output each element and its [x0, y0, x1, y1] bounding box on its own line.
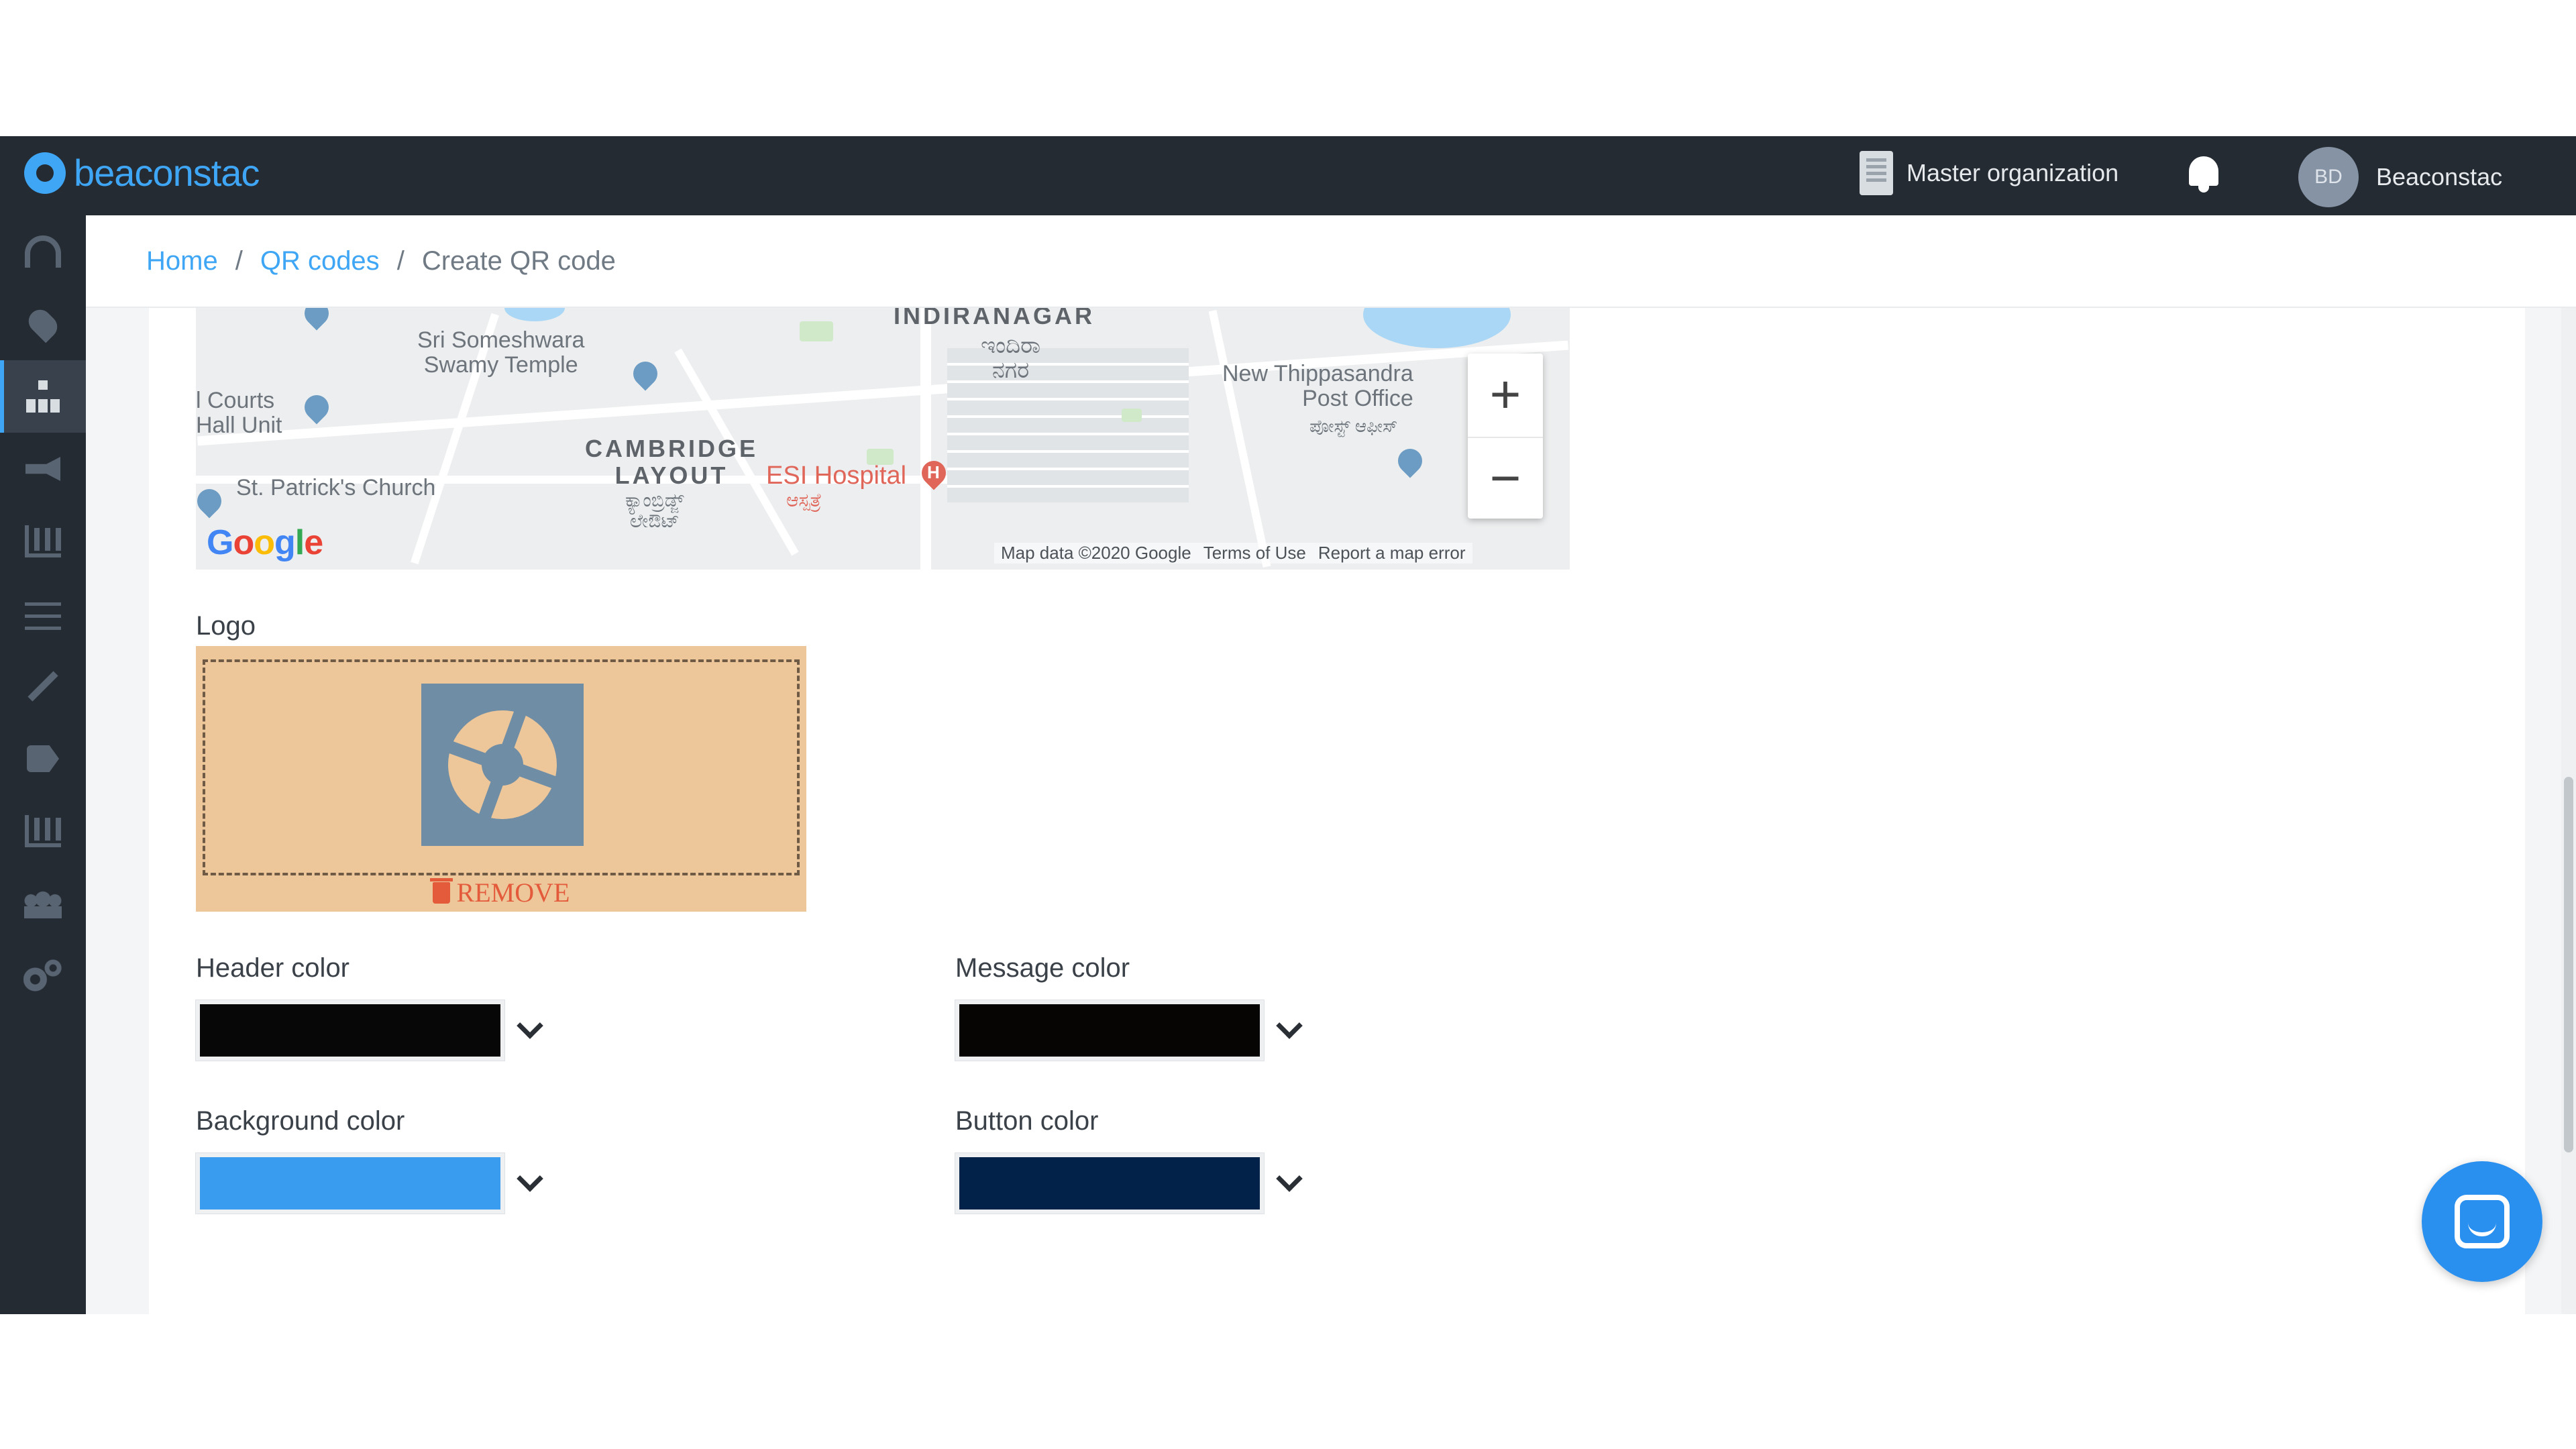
button-color-swatch[interactable] [955, 1153, 1264, 1214]
message-color-swatch[interactable] [955, 1000, 1264, 1061]
content-header: Home / QR codes / Create QR code [86, 215, 2576, 308]
map-label-indiranagar-local: ಇಂದಿರಾ ನಗರ [981, 333, 1041, 384]
background-color-picker[interactable] [196, 1153, 543, 1214]
beaconstac-logo-icon [24, 152, 66, 194]
breadcrumb: Home / QR codes / Create QR code [146, 246, 616, 276]
sidebar-item-automation[interactable] [0, 650, 86, 722]
avatar: BD [2298, 147, 2359, 207]
map-label-cambridge: CAMBRIDGE LAYOUT [585, 435, 758, 489]
map-data-credit: Map data ©2020 Google [1001, 543, 1191, 563]
breadcrumb-qr-codes[interactable]: QR codes [260, 246, 380, 276]
map-label-thippasandra-local: ಪೋಸ್ಟ್ ಆಫೀಸ್ [1309, 416, 1398, 436]
map-label-indiranagar: INDIRANAGAR [894, 308, 1095, 329]
organization-switcher[interactable]: Master organization [1860, 151, 2118, 195]
google-logo: Google [207, 523, 323, 562]
sidebar-item-settings[interactable] [0, 940, 86, 1012]
analytics-icon [25, 525, 61, 557]
sidebar-item-users[interactable] [0, 867, 86, 940]
sidebar-item-dashboard[interactable] [0, 215, 86, 288]
sidebar-item-qr-codes[interactable] [0, 360, 86, 433]
map-label-courts: l Courts Hall Unit [196, 388, 282, 439]
header-color-swatch[interactable] [196, 1000, 504, 1061]
chevron-down-icon[interactable] [1276, 1012, 1303, 1039]
remove-logo-button[interactable]: REMOVE [196, 877, 806, 908]
map-label-someshwara: Sri Someshwara Swamy Temple [417, 327, 585, 378]
background-color-swatch[interactable] [196, 1153, 504, 1214]
sidebar-item-analytics[interactable] [0, 505, 86, 578]
breadcrumb-current: Create QR code [421, 246, 616, 276]
trash-icon [429, 877, 453, 904]
brand[interactable]: beaconstac [24, 151, 260, 195]
hospital-marker-icon [920, 461, 947, 496]
map-terms-link[interactable]: Terms of Use [1203, 543, 1306, 564]
notification-bell-icon[interactable] [2186, 152, 2222, 195]
message-color-label: Message color [955, 953, 1130, 983]
background-color-label: Background color [196, 1106, 405, 1136]
sidebar-item-reports[interactable] [0, 795, 86, 867]
scrollbar-thumb[interactable] [2564, 777, 2573, 1152]
user-name: Beaconstac [2376, 163, 2503, 191]
organization-label: Master organization [1907, 159, 2119, 186]
map-label-esi-hospital: ESI Hospital [766, 462, 907, 490]
user-menu[interactable]: BD Beaconstac [2298, 147, 2502, 207]
breadcrumb-separator: / [235, 246, 243, 276]
sidebar-item-locations[interactable] [0, 288, 86, 360]
header-color-picker[interactable] [196, 1000, 543, 1061]
top-navbar: beaconstac Master organization BD Beacon… [0, 136, 2576, 215]
chevron-down-icon[interactable] [1276, 1165, 1303, 1192]
logo-upload-dropzone[interactable]: REMOVE [196, 646, 806, 912]
header-color-label: Header color [196, 953, 350, 983]
tags-icon [27, 745, 59, 772]
form-panel: INDIRANAGAR ಇಂದಿರಾ ನಗರ Sri Someshwara Sw… [149, 308, 2525, 1314]
sidebar-item-rules[interactable] [0, 578, 86, 650]
uploaded-logo-image [421, 684, 584, 846]
map-marker-icon [196, 489, 223, 524]
app-frame: beaconstac Master organization BD Beacon… [0, 136, 2576, 1314]
chat-icon [2455, 1195, 2510, 1248]
location-map[interactable]: INDIRANAGAR ಇಂದಿರಾ ನಗರ Sri Someshwara Sw… [196, 308, 1570, 570]
building-icon [1860, 151, 1893, 195]
megaphone-icon [25, 457, 60, 481]
sitemap-icon [25, 380, 61, 413]
users-icon [24, 889, 62, 918]
map-marker-icon [303, 395, 330, 430]
chevron-down-icon[interactable] [517, 1165, 543, 1192]
magic-wand-icon [28, 671, 58, 702]
button-color-picker[interactable] [955, 1153, 1303, 1214]
map-marker-icon [303, 308, 330, 336]
settings-cogs-icon [23, 959, 62, 993]
location-pin-icon [23, 305, 62, 343]
zoom-in-button[interactable]: + [1468, 354, 1543, 435]
sidebar-item-tags[interactable] [0, 722, 86, 795]
map-marker-icon [632, 362, 659, 396]
logo-label: Logo [196, 611, 256, 641]
map-label-cambridge-local: ಕ್ಯಾಂಬ್ರಿಡ್ಜ್ ಲೇಔಟ್ [625, 490, 684, 531]
sliders-icon [25, 598, 61, 630]
map-attribution: Map data ©2020 Google Terms of Use Repor… [994, 543, 1472, 564]
map-label-thippasandra: New Thippasandra Post Office [1222, 361, 1413, 412]
breadcrumb-home[interactable]: Home [146, 246, 218, 276]
sidebar [0, 215, 86, 1314]
map-report-error-link[interactable]: Report a map error [1318, 543, 1466, 564]
map-label-st-patricks: St. Patrick's Church [236, 475, 436, 500]
brand-name: beaconstac [74, 152, 260, 194]
map-zoom-controls: + − [1468, 354, 1543, 519]
remove-logo-label: REMOVE [456, 877, 570, 908]
button-color-label: Button color [955, 1106, 1099, 1136]
dashboard-icon [25, 235, 61, 268]
message-color-picker[interactable] [955, 1000, 1303, 1061]
map-label-esi-local: ಆಸ್ಪತ್ರೆ [786, 490, 822, 511]
map-marker-icon [1397, 449, 1424, 484]
chat-support-button[interactable] [2422, 1161, 2542, 1282]
reports-icon [25, 815, 61, 847]
breadcrumb-separator: / [396, 246, 405, 276]
sidebar-item-campaigns[interactable] [0, 433, 86, 505]
zoom-out-button[interactable]: − [1468, 437, 1543, 519]
chevron-down-icon[interactable] [517, 1012, 543, 1039]
